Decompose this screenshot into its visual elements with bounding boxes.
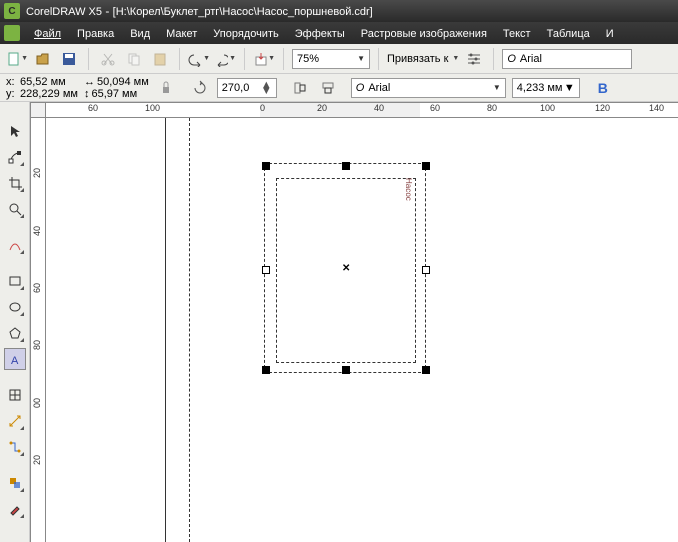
font-name-1: Arial — [520, 53, 542, 65]
rotation-value: 270,0 — [222, 82, 250, 94]
text-content[interactable]: Насос — [404, 178, 413, 201]
property-bar: x:65,52 мм y:228,229 мм ↔50,094 мм ↕65,9… — [0, 74, 678, 102]
font-name-2: Arial — [368, 82, 390, 94]
rotation-input[interactable]: 270,0 ▲▼ — [217, 78, 277, 98]
menu-arrange[interactable]: Упорядочить — [205, 24, 286, 42]
dimension-tool[interactable] — [4, 410, 26, 432]
snap-label: Привязать к — [387, 53, 448, 65]
guide-line[interactable] — [189, 118, 190, 542]
align-h-button[interactable] — [289, 77, 311, 99]
font-size-input[interactable]: 4,233 мм ▼ — [512, 78, 580, 98]
ruler-origin[interactable] — [30, 102, 46, 118]
drawing-canvas[interactable]: ✕ Насос — [46, 118, 678, 542]
svg-text:A: A — [11, 355, 19, 366]
standard-toolbar: ▼ ▼ ▼ ▼ 75% ▼ Привязать к ▼ O Arial — [0, 44, 678, 74]
interactive-tool[interactable] — [4, 472, 26, 494]
bold-button[interactable]: B — [592, 77, 614, 99]
pick-tool[interactable] — [4, 120, 26, 142]
text-tool[interactable]: A — [4, 348, 26, 370]
paste-button[interactable] — [149, 48, 171, 70]
options-button[interactable] — [463, 48, 485, 70]
font-size-value: 4,233 мм — [517, 82, 563, 94]
menu-text[interactable]: Текст — [495, 24, 539, 42]
app-logo-icon: C — [4, 3, 20, 19]
handle-s[interactable] — [342, 366, 350, 374]
shape-tool[interactable] — [4, 146, 26, 168]
polygon-tool[interactable] — [4, 322, 26, 344]
doc-icon — [4, 25, 20, 41]
menu-layout[interactable]: Макет — [158, 24, 205, 42]
toolbox: A — [0, 102, 30, 542]
import-button[interactable]: ▼ — [253, 48, 275, 70]
handle-w[interactable] — [262, 266, 270, 274]
height-icon: ↕ — [84, 88, 90, 100]
crop-tool[interactable] — [4, 172, 26, 194]
selection-center-icon: ✕ — [342, 263, 350, 274]
handle-se[interactable] — [422, 366, 430, 374]
x-value: 65,52 мм — [20, 76, 66, 88]
menu-tools[interactable]: И — [598, 24, 622, 42]
width-icon: ↔ — [84, 76, 95, 88]
eyedropper-tool[interactable] — [4, 498, 26, 520]
ellipse-tool[interactable] — [4, 296, 26, 318]
size-readout: ↔50,094 мм ↕65,97 мм — [84, 76, 149, 100]
menu-effects[interactable]: Эффекты — [287, 24, 353, 42]
handle-nw[interactable] — [262, 162, 270, 170]
menu-edit[interactable]: Правка — [69, 24, 122, 42]
menu-bitmaps[interactable]: Растровые изображения — [353, 24, 495, 42]
rectangle-tool[interactable] — [4, 270, 26, 292]
redo-button[interactable]: ▼ — [214, 48, 236, 70]
vertical-ruler[interactable]: 20 40 60 80 00 20 — [30, 118, 46, 542]
undo-button[interactable]: ▼ — [188, 48, 210, 70]
copy-button[interactable] — [123, 48, 145, 70]
handle-e[interactable] — [422, 266, 430, 274]
rotate-icon — [189, 77, 211, 99]
connector-tool[interactable] — [4, 436, 26, 458]
position-readout: x:65,52 мм y:228,229 мм — [6, 76, 78, 100]
save-button[interactable] — [58, 48, 80, 70]
handle-n[interactable] — [342, 162, 350, 170]
font-combo-1[interactable]: O Arial — [502, 49, 632, 69]
window-title: CorelDRAW X5 - [H:\Корел\Буклет_ртг\Насо… — [26, 4, 373, 18]
lock-ratio-button[interactable] — [155, 77, 177, 99]
handle-ne[interactable] — [422, 162, 430, 170]
new-button[interactable]: ▼ — [6, 48, 28, 70]
h-value: 65,97 мм — [91, 88, 137, 100]
open-button[interactable] — [32, 48, 54, 70]
page-edge — [58, 118, 166, 542]
align-v-button[interactable] — [317, 77, 339, 99]
w-value: 50,094 мм — [97, 76, 149, 88]
zoom-combo[interactable]: 75% ▼ — [292, 49, 370, 69]
zoom-value: 75% — [297, 53, 319, 65]
title-bar: C CorelDRAW X5 - [H:\Корел\Буклет_ртг\На… — [0, 0, 678, 22]
cut-button[interactable] — [97, 48, 119, 70]
menu-view[interactable]: Вид — [122, 24, 158, 42]
y-value: 228,229 мм — [20, 88, 78, 100]
freehand-tool[interactable] — [4, 234, 26, 256]
horizontal-ruler[interactable]: 60 100 0 20 40 60 80 100 120 140 — [30, 102, 678, 118]
table-tool[interactable] — [4, 384, 26, 406]
menu-file[interactable]: Файл — [26, 24, 69, 42]
snap-dropdown[interactable]: ▼ — [452, 55, 459, 62]
menu-bar: Файл Правка Вид Макет Упорядочить Эффект… — [0, 22, 678, 44]
menu-table[interactable]: Таблица — [539, 24, 598, 42]
font-combo-2[interactable]: O Arial ▼ — [351, 78, 506, 98]
zoom-tool[interactable] — [4, 198, 26, 220]
handle-sw[interactable] — [262, 366, 270, 374]
